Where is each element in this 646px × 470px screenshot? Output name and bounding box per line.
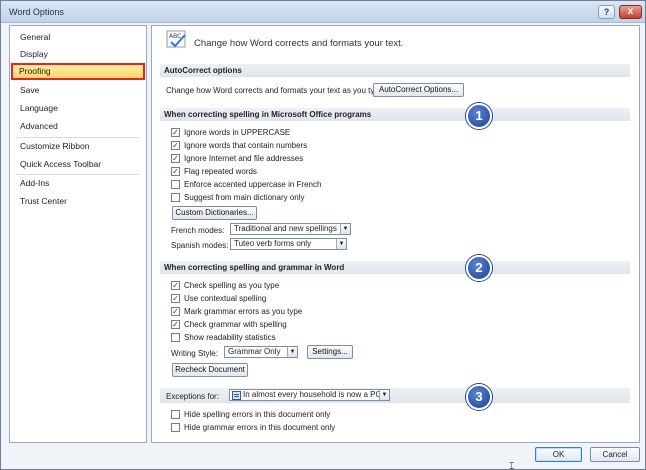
checkbox[interactable]: ✓ [171,307,180,316]
sidebar-item-proofing[interactable]: Proofing [11,63,145,80]
chevron-down-icon[interactable]: ▼ [287,347,297,357]
checkbox[interactable] [171,423,180,432]
checkbox[interactable]: ✓ [171,294,180,303]
checkbox-label: Ignore words in UPPERCASE [184,128,291,137]
options-sidebar: General Display Proofing Save Language A… [9,25,147,443]
checkbox-label: Hide grammar errors in this document onl… [184,423,336,432]
cancel-button[interactable]: Cancel [590,447,640,462]
select-value: Tuteo verb forms only [234,239,312,248]
exceptions-label: Exceptions for: [166,392,219,401]
sidebar-item-add-ins[interactable]: Add-Ins [12,175,144,192]
spanish-modes-select[interactable]: Tuteo verb forms only ▼ [230,238,347,250]
spelling-office-section-header: When correcting spelling in Microsoft Of… [160,108,630,121]
sidebar-item-display[interactable]: Display [12,46,144,63]
checkbox-label: Use contextual spelling [184,294,267,303]
help-button[interactable]: ? [598,5,615,19]
sidebar-item-save[interactable]: Save [12,82,144,99]
checkbox[interactable] [171,410,180,419]
checkbox-label: Mark grammar errors as you type [184,307,303,316]
panel-description: Change how Word corrects and formats you… [194,38,404,49]
select-value: Traditional and new spellings [234,224,337,233]
exceptions-document-select[interactable]: In almost every household is now a PC ▼ [229,389,390,401]
checkbox[interactable] [171,333,180,342]
checkbox[interactable] [171,193,180,202]
proofing-panel: ABC Change how Word corrects and formats… [151,25,640,443]
checkbox-label: Enforce accented uppercase in French [184,180,322,189]
checkbox-label: Check spelling as you type [184,281,280,290]
checkbox-label: Show readability statistics [184,333,276,342]
callout-badge-2: 2 [466,255,492,281]
ok-button[interactable]: OK [535,447,582,462]
callout-badge-3: 3 [466,384,492,410]
writing-style-label: Writing Style: [171,349,218,358]
select-value: In almost every household is now a PC [243,390,382,399]
autocorrect-options-button[interactable]: AutoCorrect Options... [373,83,464,97]
checkbox[interactable]: ✓ [171,154,180,163]
checkbox[interactable] [171,180,180,189]
sidebar-item-customize-ribbon[interactable]: Customize Ribbon [12,138,144,155]
checkbox[interactable]: ✓ [171,167,180,176]
checkbox[interactable]: ✓ [171,320,180,329]
chevron-down-icon[interactable]: ▼ [379,390,389,400]
sidebar-item-trust-center[interactable]: Trust Center [12,193,144,210]
abc-icon-text: ABC [169,33,181,40]
chevron-down-icon[interactable]: ▼ [340,224,350,234]
abc-check-icon: ABC [166,30,186,48]
sidebar-item-quick-access-toolbar[interactable]: Quick Access Toolbar [12,156,144,173]
french-modes-select[interactable]: Traditional and new spellings ▼ [230,223,351,235]
writing-style-select[interactable]: Grammar Only ▼ [224,346,298,358]
spanish-modes-label: Spanish modes: [171,241,229,250]
chevron-down-icon[interactable]: ▼ [336,239,346,249]
checkbox-label: Ignore words that contain numbers [184,141,308,150]
autocorrect-section-header: AutoCorrect options [160,64,630,77]
french-modes-label: French modes: [171,226,225,235]
sidebar-item-general[interactable]: General [12,29,144,46]
checkbox-label: Check grammar with spelling [184,320,287,329]
recheck-document-button[interactable]: Recheck Document [172,363,248,377]
grammar-settings-button[interactable]: Settings... [307,345,353,359]
word-document-icon [232,391,241,400]
checkbox-label: Flag repeated words [184,167,257,176]
spelling-word-section-header: When correcting spelling and grammar in … [160,261,630,274]
autocorrect-label: Change how Word corrects and formats you… [166,86,386,95]
callout-badge-1: 1 [466,103,492,129]
checkbox[interactable]: ✓ [171,281,180,290]
checkbox[interactable]: ✓ [171,128,180,137]
checkbox[interactable]: ✓ [171,141,180,150]
word-options-dialog: Word Options ? x General Display Proofin… [0,0,646,470]
checkbox-label: Suggest from main dictionary only [184,193,305,202]
title-bar: Word Options ? x [1,1,645,23]
custom-dictionaries-button[interactable]: Custom Dictionaries... [172,206,257,220]
sidebar-item-language[interactable]: Language [12,100,144,117]
close-button[interactable]: x [619,5,642,19]
select-value: Grammar Only [228,347,281,356]
mouse-cursor-icon: ⌶ [509,461,515,470]
sidebar-item-advanced[interactable]: Advanced [12,118,144,135]
window-title: Word Options [9,7,64,17]
checkbox-label: Hide spelling errors in this document on… [184,410,331,419]
checkbox-label: Ignore Internet and file addresses [184,154,304,163]
